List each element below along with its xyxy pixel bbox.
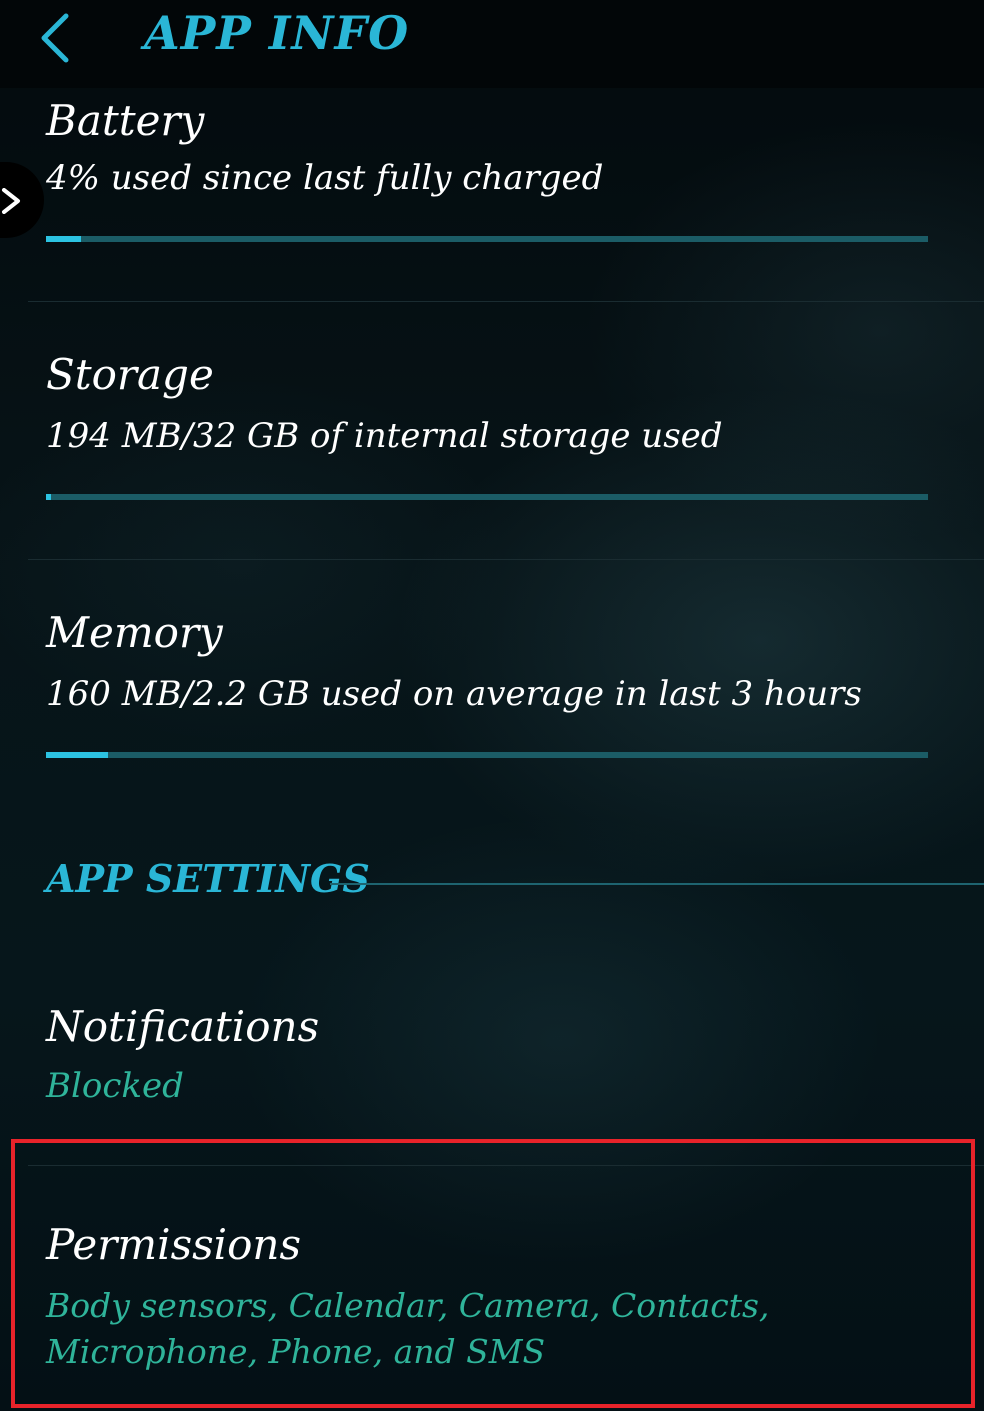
notifications-status: Blocked [46,1066,184,1106]
battery-title: Battery [46,96,205,145]
page-title: APP INFO [144,6,410,60]
memory-usage-fill [46,752,108,758]
memory-usage-bar [46,752,928,758]
battery-usage-bar [46,236,928,242]
storage-usage-bar [46,494,928,500]
permissions-list-line2: Microphone, Phone, and SMS [46,1332,546,1371]
app-bar: APP INFO [0,0,984,88]
chevron-left-icon [41,13,69,63]
storage-title: Storage [46,350,214,399]
battery-usage-fill [46,236,82,242]
permissions-list-line1: Body sensors, Calendar, Camera, Contacts… [46,1286,770,1325]
storage-usage-fill [46,494,52,500]
memory-summary: 160 MB/2.2 GB used on average in last 3 … [46,674,862,714]
battery-item[interactable]: Battery 4% used since last fully charged [0,88,984,300]
back-button[interactable] [36,12,76,64]
notifications-title: Notifications [46,1002,320,1051]
section-header-app-settings: APP SETTINGS [46,856,370,901]
memory-title: Memory [46,608,223,657]
section-header-line [330,883,984,885]
battery-summary: 4% used since last fully charged [46,158,604,198]
storage-item[interactable]: Storage 194 MB/32 GB of internal storage… [0,302,984,558]
memory-item[interactable]: Memory 160 MB/2.2 GB used on average in … [0,560,984,800]
permissions-item[interactable]: Permissions Body sensors, Calendar, Came… [0,1166,984,1400]
permissions-title: Permissions [46,1220,301,1269]
notifications-item[interactable]: Notifications Blocked [0,990,984,1160]
storage-summary: 194 MB/32 GB of internal storage used [46,416,723,456]
